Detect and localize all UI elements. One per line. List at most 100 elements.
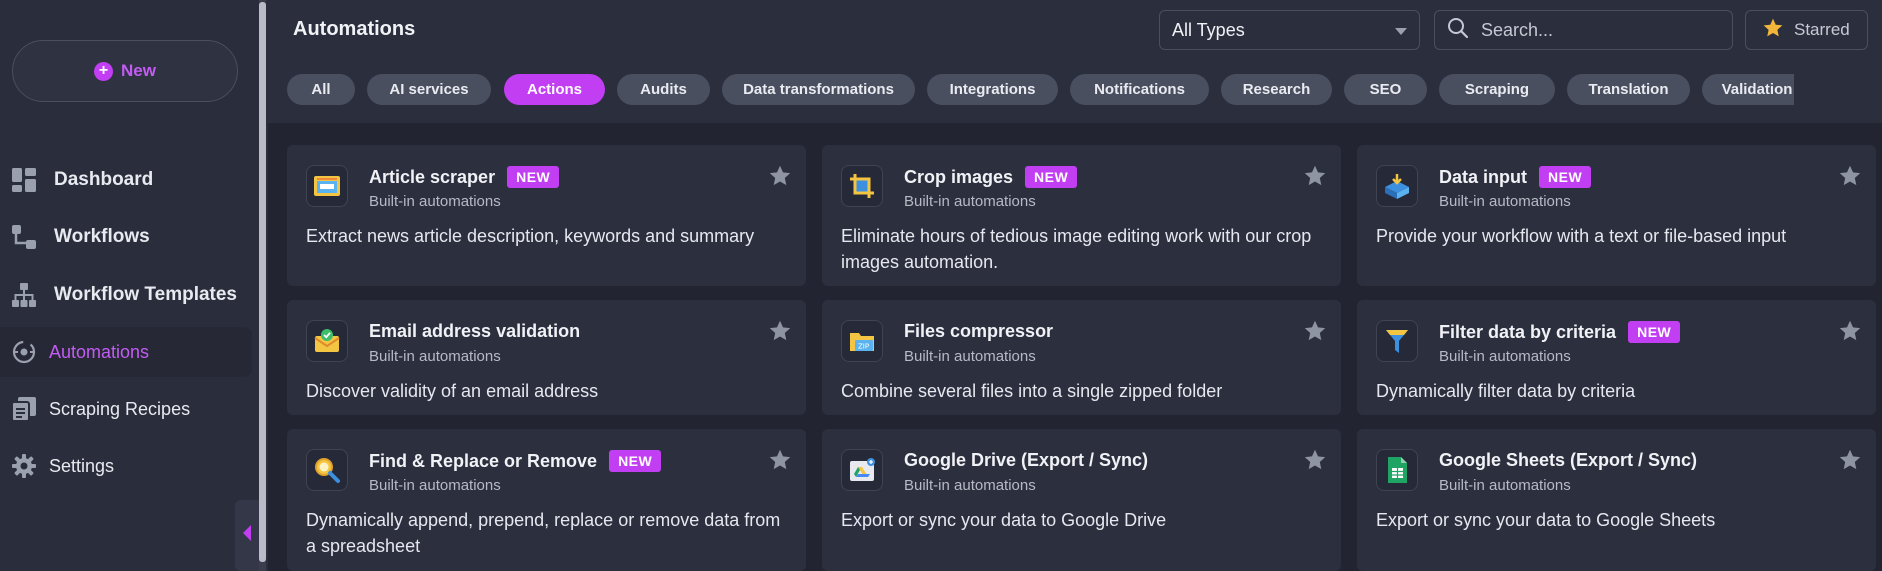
templates-icon (10, 281, 38, 309)
card-subtitle: Built-in automations (1439, 477, 1571, 494)
sidebar-item-dashboard[interactable]: Dashboard (0, 155, 252, 205)
chip-all[interactable]: All (287, 74, 355, 105)
chip-validation[interactable]: Validation (1702, 74, 1794, 105)
search-input[interactable] (1479, 18, 1713, 42)
automation-card[interactable]: ZIP Files compressor Built-in automation… (822, 300, 1341, 415)
automation-card[interactable]: Google Drive (Export / Sync) Built-in au… (822, 429, 1341, 571)
type-filter-select[interactable]: All Types (1159, 10, 1420, 50)
automations-grid: Article scraper NEW Built-in automations… (268, 123, 1882, 571)
automation-card[interactable]: Google Sheets (Export / Sync) Built-in a… (1357, 429, 1876, 571)
plus-icon: + (94, 61, 114, 81)
star-icon[interactable] (768, 448, 792, 477)
chip-seo[interactable]: SEO (1344, 74, 1427, 105)
automation-card[interactable]: Article scraper NEW Built-in automations… (287, 145, 806, 286)
card-title: Google Sheets (Export / Sync) (1439, 450, 1698, 470)
sidebar-item-label: Workflows (54, 226, 150, 247)
sidebar-item-label: Dashboard (54, 169, 154, 190)
star-icon[interactable] (1303, 448, 1327, 477)
automation-card[interactable]: Email address validation Built-in automa… (287, 300, 806, 415)
card-description: Combine several files into a single zipp… (841, 381, 1223, 401)
card-description: Provide your workflow with a text or fil… (1376, 226, 1787, 246)
card-title: Files compressor (904, 321, 1054, 341)
card-title: Article scraper (369, 166, 496, 187)
card-description: Eliminate hours of tedious image editing… (841, 226, 1312, 272)
automation-card[interactable]: Filter data by criteria NEW Built-in aut… (1357, 300, 1876, 415)
search-box[interactable] (1434, 10, 1733, 50)
new-badge: NEW (507, 166, 560, 188)
card-title: Email address validation (369, 321, 581, 341)
new-badge: NEW (1025, 166, 1078, 188)
category-chips: All AI services Actions Audits Data tran… (287, 74, 1794, 105)
sidebar-item-automations[interactable]: Automations (0, 327, 252, 377)
starred-button[interactable]: Starred (1745, 10, 1868, 50)
sidebar-item-label: Automations (49, 341, 150, 362)
star-icon[interactable] (768, 164, 792, 193)
chip-scraping[interactable]: Scraping (1439, 74, 1555, 105)
card-title: Google Drive (Export / Sync) (904, 450, 1149, 470)
star-icon[interactable] (1838, 448, 1862, 477)
card-description: Export or sync your data to Google Sheet… (1376, 510, 1716, 530)
chip-research[interactable]: Research (1221, 74, 1332, 105)
sidebar-item-workflows[interactable]: Workflows (0, 212, 252, 262)
star-icon[interactable] (1303, 164, 1327, 193)
card-subtitle: Built-in automations (904, 348, 1036, 365)
chip-actions[interactable]: Actions (504, 74, 605, 105)
chevron-left-icon (242, 524, 252, 547)
starred-label: Starred (1794, 20, 1850, 39)
chip-ai-services[interactable]: AI services (367, 74, 491, 105)
sidebar-item-label: Settings (49, 455, 115, 476)
sidebar-item-workflow-templates[interactable]: Workflow Templates (0, 270, 252, 320)
google-drive-icon (841, 449, 883, 491)
new-button[interactable]: + New (12, 40, 238, 102)
page-title: Automations (293, 18, 416, 40)
scraping-recipes-icon (10, 395, 38, 423)
crop-images-icon (841, 165, 883, 207)
google-sheets-icon (1376, 449, 1418, 491)
find-replace-icon (306, 449, 348, 491)
card-subtitle: Built-in automations (904, 477, 1036, 494)
svg-text:ZIP: ZIP (858, 343, 869, 351)
automation-card[interactable]: Find & Replace or Remove NEW Built-in au… (287, 429, 806, 571)
automations-icon (10, 338, 38, 366)
chip-audits[interactable]: Audits (617, 74, 710, 105)
sidebar-item-settings[interactable]: Settings (0, 441, 252, 491)
sidebar-scrollbar[interactable] (259, 0, 266, 571)
card-title: Data input (1439, 166, 1527, 187)
sidebar: + New Dashboard Workflows Workflow Templ… (0, 0, 259, 571)
new-button-label: New (121, 61, 156, 80)
sidebar-item-scraping-recipes[interactable]: Scraping Recipes (0, 384, 252, 434)
zip-folder-icon: ZIP (841, 320, 883, 362)
type-filter-value: All Types (1172, 19, 1245, 40)
star-icon[interactable] (768, 319, 792, 348)
sidebar-item-label: Scraping Recipes (49, 398, 191, 419)
automation-card[interactable]: Data input NEW Built-in automations Prov… (1357, 145, 1876, 286)
chip-integrations[interactable]: Integrations (927, 74, 1058, 105)
star-icon[interactable] (1838, 164, 1862, 193)
automation-card[interactable]: Crop images NEW Built-in automations Eli… (822, 145, 1341, 286)
card-title: Crop images (904, 166, 1014, 187)
email-validation-icon (306, 320, 348, 362)
new-badge: NEW (1539, 166, 1592, 188)
card-description: Dynamically filter data by criteria (1376, 381, 1636, 401)
chip-notifications[interactable]: Notifications (1070, 74, 1209, 105)
card-description: Export or sync your data to Google Drive (841, 510, 1167, 530)
gear-icon (10, 452, 38, 480)
star-icon[interactable] (1838, 319, 1862, 348)
article-scraper-icon (306, 165, 348, 207)
star-icon (1762, 17, 1784, 44)
card-description: Dynamically append, prepend, replace or … (306, 510, 781, 556)
chip-data-transformations[interactable]: Data transformations (722, 74, 915, 105)
data-input-icon (1376, 165, 1418, 207)
sidebar-collapse-handle[interactable] (235, 500, 259, 571)
card-subtitle: Built-in automations (369, 193, 501, 210)
card-subtitle: Built-in automations (369, 348, 501, 365)
star-icon[interactable] (1303, 319, 1327, 348)
card-subtitle: Built-in automations (1439, 193, 1571, 210)
chip-translation[interactable]: Translation (1567, 74, 1690, 105)
new-badge: NEW (609, 450, 662, 472)
card-description: Discover validity of an email address (306, 381, 599, 401)
chevron-down-icon (1395, 28, 1407, 35)
filter-icon (1376, 320, 1418, 362)
card-subtitle: Built-in automations (904, 193, 1036, 210)
sidebar-item-label: Workflow Templates (54, 284, 237, 305)
